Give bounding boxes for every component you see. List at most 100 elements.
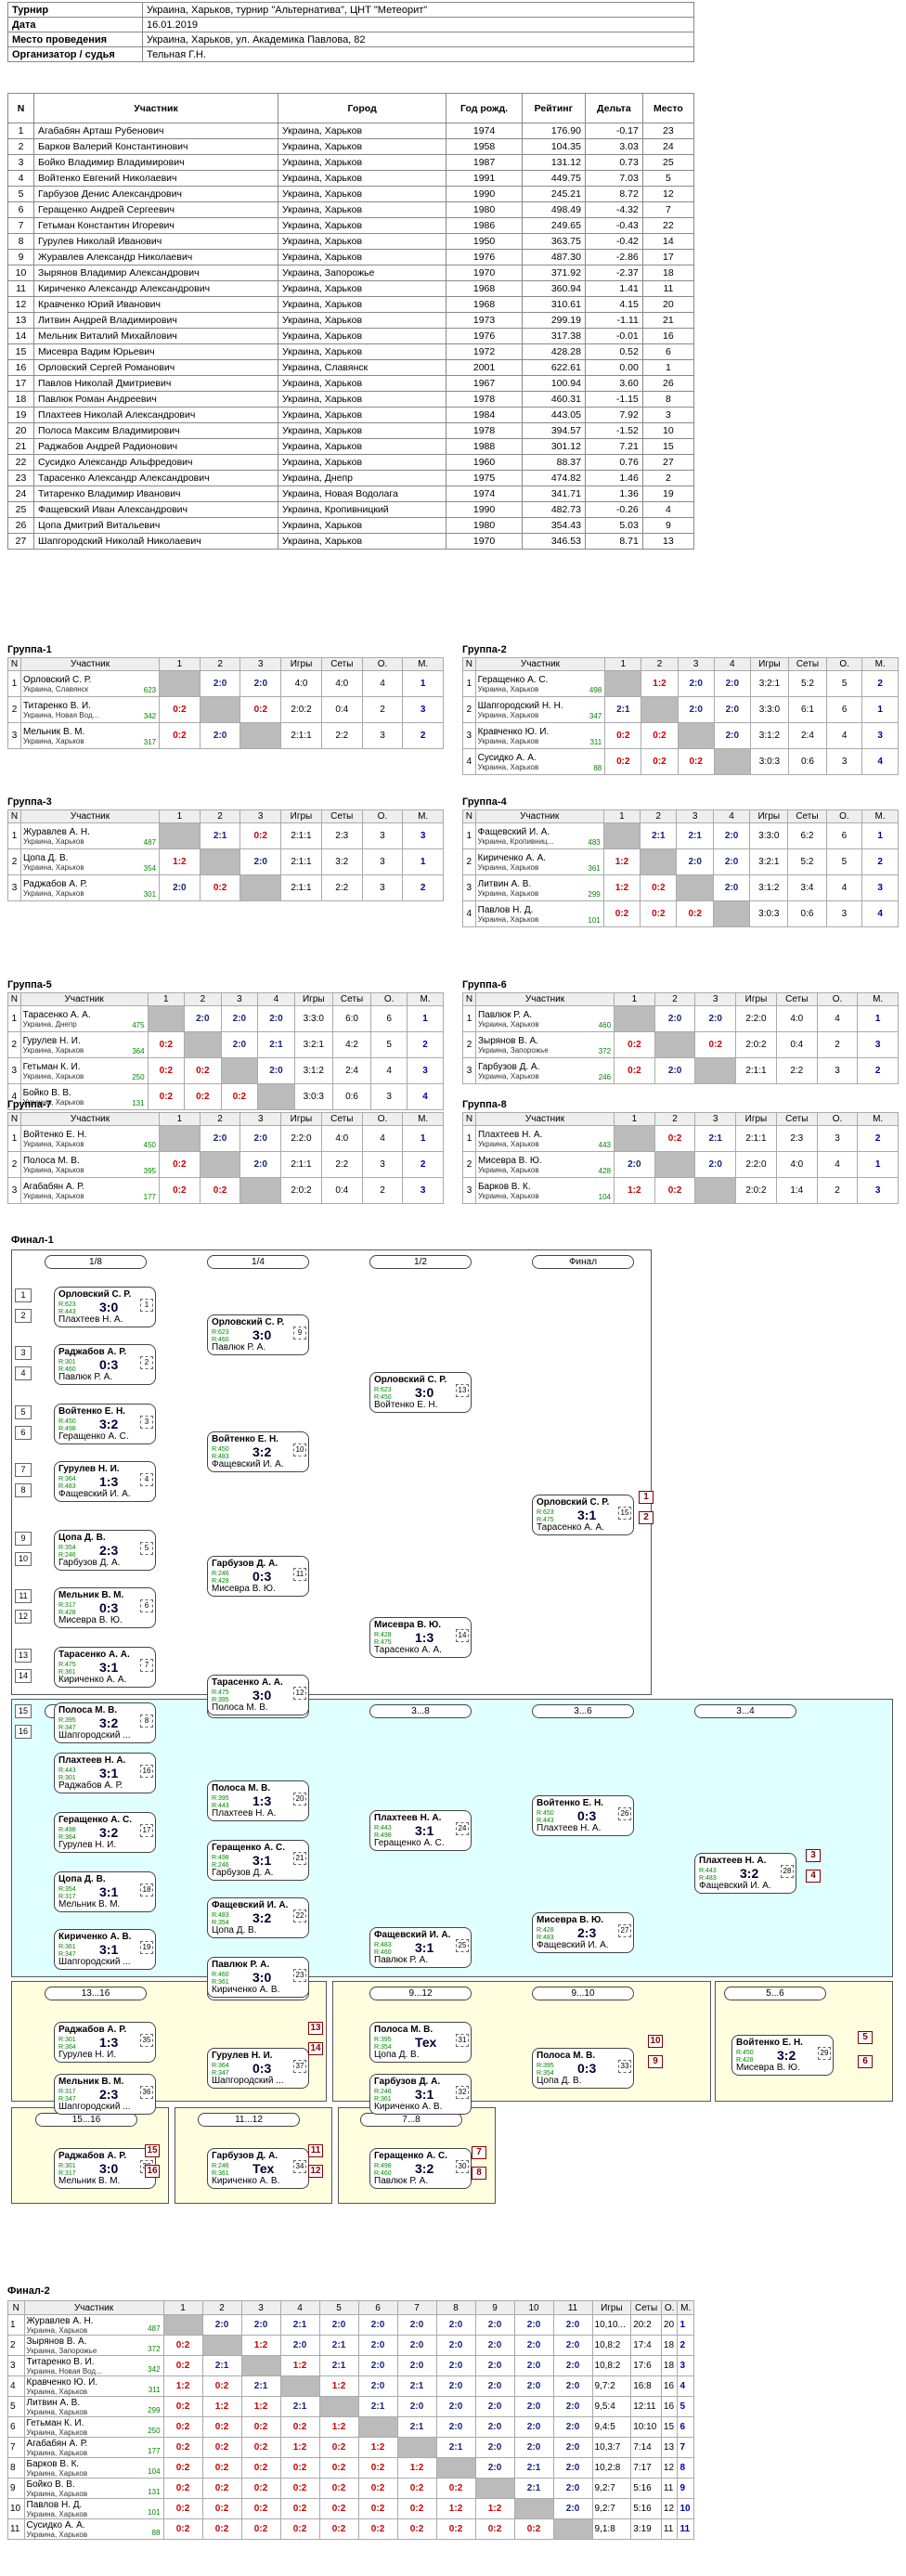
player-cell: Титаренко В. И. Украина, Новая Вод... 342 [19, 696, 161, 723]
match-box: Войтенко Е. Н. R:450 R:443 0:3 Плахтеев Н. А… [532, 1795, 634, 1836]
column-header: Дельта [584, 93, 643, 123]
score-cell: 0:2 [604, 748, 642, 775]
row-n: 2 [7, 2335, 25, 2356]
pts-cell: 3 [825, 900, 863, 927]
round-label: 3...8 [369, 1704, 472, 1718]
match-rating-a: R:443 [58, 1767, 76, 1774]
table-cell: 6 [6, 201, 35, 218]
score-cell [159, 1125, 201, 1152]
column-header: Место [641, 93, 695, 123]
player-name: Гарбузов Д. А. [477, 1061, 540, 1072]
score-cell: 2:0 [357, 2314, 398, 2336]
table-cell: 1960 [446, 454, 523, 471]
score-cell: 2:0 [513, 2335, 554, 2356]
table-cell: -2.37 [584, 265, 643, 281]
info-value: Украина, Харьков, турнир "Альтернатива",… [142, 2, 694, 18]
score-cell: 0:2 [435, 2478, 476, 2499]
match-score: 3:1 [415, 2087, 434, 2102]
player-cell: Барков В. К. Украина, Харьков 104 [23, 2457, 164, 2479]
score-cell: 0:2 [614, 1057, 655, 1084]
score-cell: 2:1 [513, 2457, 554, 2479]
player-name: Титаренко В. И. [22, 700, 91, 711]
place-cell: 2 [857, 1057, 899, 1084]
table-row: 23 Тарасенко Александр Александрович Украи… [6, 470, 695, 486]
score-cell: 0:2 [513, 2518, 554, 2540]
games-cell: 3:1:2 [749, 874, 789, 901]
score-cell [614, 1125, 655, 1152]
score-cell [279, 2375, 320, 2397]
table-cell: 460.31 [521, 391, 586, 408]
column-header: Участник [33, 93, 278, 123]
group-row: 1 Тарасенко А. А. Украина, Днепр 475 2:0 2:0 2… [7, 1005, 444, 1032]
score-cell: 2:0 [713, 696, 751, 723]
match-box: Гарбузов Д. А. R:246 R:361 3:1 Кириченко А. … [369, 2074, 472, 2115]
score-cell: 0:2 [318, 2478, 359, 2499]
score-cell: 2:0 [220, 1031, 259, 1058]
score-cell: 2:0 [220, 1005, 259, 1032]
group-title: Группа-8 [462, 1099, 507, 1110]
seed-number: 9 [15, 1532, 32, 1546]
player-rating: 88 [151, 2529, 161, 2537]
match-player-b: Тарасенко А. А. [374, 1645, 442, 1655]
player-rating: 177 [148, 2447, 161, 2455]
player-cell: Полоса М. В. Украина, Харьков 395 [19, 1151, 161, 1178]
group-8: Группа-8 N Участник 1 2 3 Игры Сеты О. М. 1 Плахтее… [462, 1099, 899, 1204]
pts-cell: 6 [370, 1005, 408, 1032]
table-cell: 7.92 [584, 407, 643, 423]
player-rating: 623 [143, 686, 157, 694]
table-cell: 21 [641, 312, 695, 329]
player-rating: 347 [589, 712, 602, 720]
table-cell: 1980 [446, 201, 523, 218]
match-number: 29 [818, 2047, 831, 2060]
column-header: Год рожд. [446, 93, 523, 123]
match-rating-a: R:361 [58, 1944, 76, 1950]
seed-number: 8 [15, 1483, 32, 1497]
round-label: 3...4 [694, 1704, 796, 1718]
sets-cell: 20:2 [630, 2314, 662, 2336]
sets-cell: 3:4 [787, 874, 827, 901]
match-rating-a: R:475 [212, 1689, 229, 1696]
score-cell: 0:2 [279, 2416, 320, 2438]
match-rating-a: R:395 [58, 1717, 76, 1724]
score-cell: 0:2 [240, 2498, 281, 2519]
place-cell: 1 [861, 822, 899, 849]
place-marker: 7 [472, 2146, 486, 2159]
group-row: 4 Сусидко А. А. Украина, Харьков 88 0:2 0:2 0:… [462, 748, 899, 775]
score-cell [712, 900, 751, 927]
score-cell: 2:0 [318, 2314, 359, 2336]
table-cell: 1967 [446, 375, 523, 392]
pts-cell: 5 [825, 670, 863, 697]
player-city: Украина, Кропивниц... [477, 836, 554, 846]
group-row: 1 Войтенко Е. Н. Украина, Харьков 450 2:0 2:0… [7, 1125, 444, 1152]
player-cell: Цопа Д. В. Украина, Харьков 354 [19, 848, 161, 875]
match-rating-a: R:246 [212, 2163, 229, 2169]
match-score: 2:3 [99, 1543, 119, 1558]
column-header: 11 [552, 2300, 593, 2315]
group-header-row: N Участник 1 2 3 4 Игры Сеты О. М. [462, 809, 899, 823]
match-rating-a: R:364 [58, 1476, 76, 1482]
match-score: 3:1 [99, 1660, 119, 1675]
header-player: Участник [474, 809, 604, 823]
match-box: Орловский С. Р. R:623 R:450 3:0 Войтенко Е. … [369, 1372, 472, 1413]
row-n: 2 [7, 848, 21, 875]
player-rating: 250 [148, 2427, 161, 2435]
row-n: 2 [462, 1031, 476, 1058]
match-box: Кириченко А. В. R:361 R:347 3:1 Шапгородский… [54, 1929, 156, 1970]
match-player-b: Фащевский И. А. [58, 1489, 131, 1499]
place-marker: 14 [308, 2042, 323, 2055]
table-cell: 14 [6, 328, 35, 344]
sets-cell: 2:2 [320, 722, 363, 749]
match-score: 3:1 [99, 1942, 119, 1957]
pts-cell: 3 [361, 722, 404, 749]
score-cell: 1:2 [602, 874, 641, 901]
match-score: 3:1 [99, 1884, 119, 1899]
match-box: Мисевра В. Ю. R:428 R:475 1:3 Тарасенко А. А… [369, 1617, 472, 1658]
group-header-row: N Участник 1 2 3 4 Игры Сеты О. М. [7, 992, 444, 1006]
seed-number: 6 [15, 1426, 32, 1440]
header-col: 3 [694, 992, 737, 1006]
match-player-b: Шапгородский ... [58, 2102, 131, 2112]
score-cell: 0:2 [201, 2416, 242, 2438]
score-cell: 2:0 [552, 2498, 593, 2519]
match-number: 1 [140, 1299, 153, 1312]
player-rating: 88 [593, 764, 602, 772]
